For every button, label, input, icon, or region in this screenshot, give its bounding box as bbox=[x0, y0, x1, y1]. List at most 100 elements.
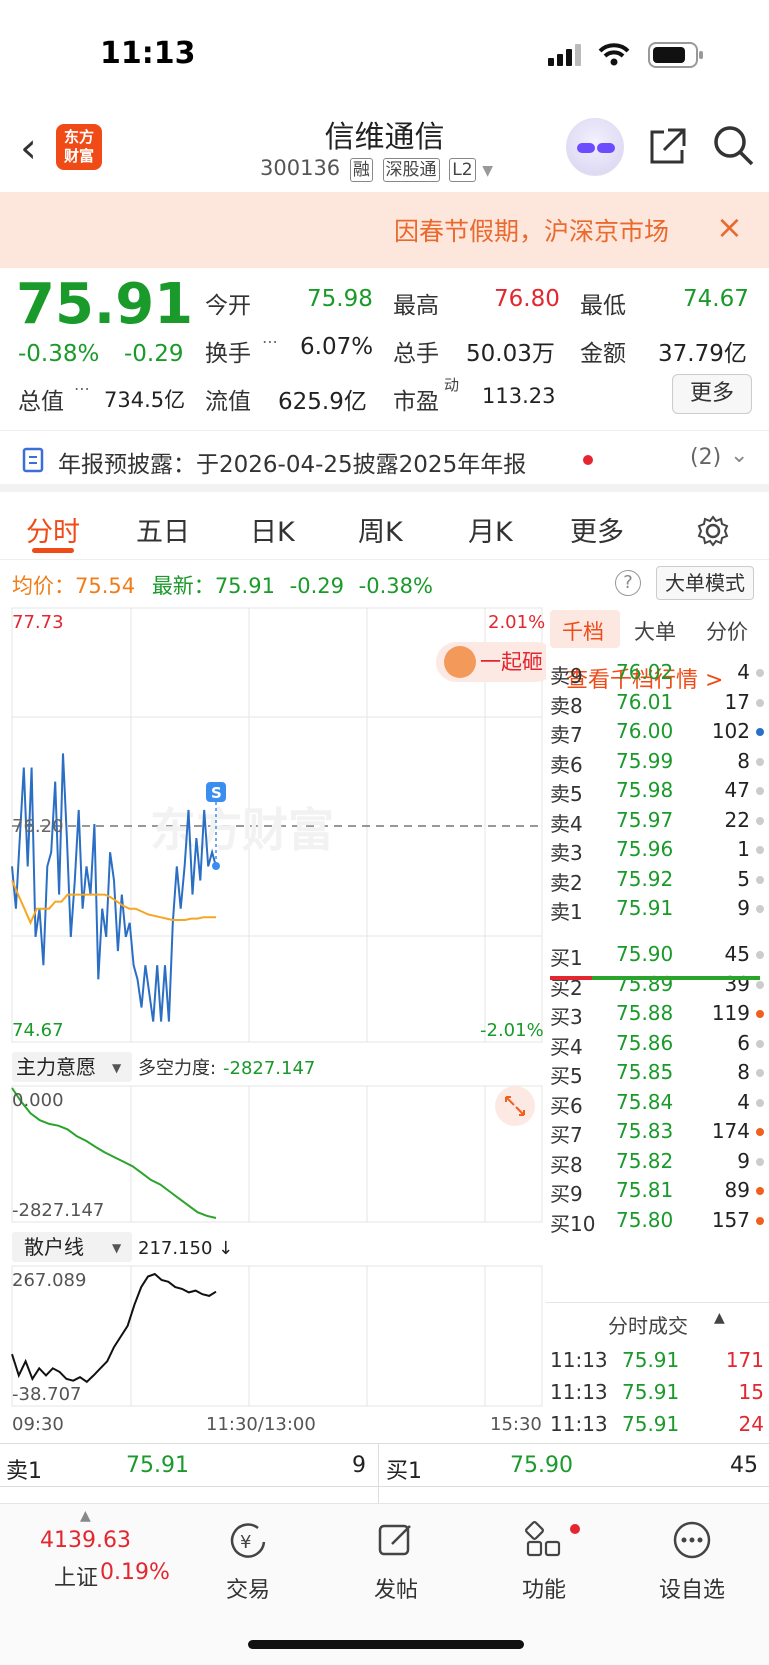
tab-more[interactable]: 更多 bbox=[570, 510, 624, 549]
trades-title[interactable]: 分时成交 bbox=[608, 1310, 688, 1339]
ask-row[interactable]: 卖9 76.02 4 bbox=[550, 660, 764, 691]
ask-volume: 17 bbox=[724, 689, 750, 714]
y-max-label: 77.73 bbox=[12, 612, 64, 633]
mascot-icon bbox=[444, 646, 476, 678]
ask-row[interactable]: 卖2 75.92 5 bbox=[550, 867, 764, 898]
bid-row[interactable]: 买3 75.88 119 bbox=[550, 1001, 764, 1032]
last-value: 75.91 bbox=[214, 574, 275, 598]
more-button[interactable]: 更多 bbox=[672, 374, 752, 414]
home-indicator bbox=[248, 1640, 524, 1649]
ask-row[interactable]: 卖4 75.97 22 bbox=[550, 808, 764, 839]
tab-monthly-k[interactable]: 月K bbox=[468, 510, 513, 549]
trade-volume: 171 bbox=[725, 1348, 764, 1372]
ask-row[interactable]: 卖7 76.00 102 bbox=[550, 719, 764, 750]
bid-row[interactable]: 买9 75.81 89 bbox=[550, 1178, 764, 1209]
stock-code: 300136 bbox=[260, 156, 341, 180]
nav-trade-label: 交易 bbox=[225, 1578, 270, 1603]
bid1-price: 75.90 bbox=[510, 1453, 573, 1478]
clock: 11:13 bbox=[100, 36, 196, 71]
nav-trade[interactable]: ¥ 交易 bbox=[198, 1520, 298, 1604]
gear-icon[interactable] bbox=[696, 514, 730, 548]
bid-row[interactable]: 买10 75.80 157 bbox=[550, 1208, 764, 1239]
index-name[interactable]: 上证 bbox=[54, 1560, 98, 1592]
bid-dot bbox=[756, 1069, 764, 1077]
ask-row[interactable]: 卖6 75.99 8 bbox=[550, 749, 764, 780]
ask-dot bbox=[756, 875, 764, 884]
ob-tab-price-dist[interactable]: 分价 bbox=[706, 616, 748, 646]
bid-row[interactable]: 买6 75.84 4 bbox=[550, 1090, 764, 1121]
promo-text: 一起砸 bbox=[480, 650, 543, 674]
stock-subinfo[interactable]: 300136 融 深股通 L2 ▼ bbox=[260, 156, 493, 182]
turnover-label: 换手 bbox=[205, 341, 251, 367]
signal-icon bbox=[548, 44, 581, 66]
more-dots-icon[interactable]: ⋯ bbox=[262, 332, 278, 351]
share-icon[interactable] bbox=[646, 126, 688, 168]
bid-volume: 89 bbox=[724, 1178, 750, 1202]
bid-volume: 119 bbox=[711, 1001, 750, 1025]
bid-price: 75.84 bbox=[616, 1089, 674, 1114]
tab-intraday[interactable]: 分时 bbox=[26, 510, 80, 549]
ask-row[interactable]: 卖1 75.91 9 bbox=[550, 896, 764, 927]
ask-row[interactable]: 卖3 75.96 1 bbox=[550, 837, 764, 868]
mktcap-label: 总值 bbox=[18, 389, 64, 415]
ask-dot bbox=[756, 728, 764, 736]
ob-tab-big-order[interactable]: 大单 bbox=[634, 616, 676, 646]
tab-five-day[interactable]: 五日 bbox=[136, 510, 190, 549]
bid-level: 买9 bbox=[550, 1182, 583, 1206]
bid-row[interactable]: 买1 75.90 45 bbox=[550, 942, 764, 973]
intraday-chart[interactable]: 东方财富 S 77.73 2.01% 76.20 74.67 -2.01% 一起… bbox=[0, 606, 546, 1436]
wifi-icon bbox=[598, 43, 630, 66]
volume-value: 50.03万 bbox=[466, 341, 555, 367]
nav-post[interactable]: 发帖 bbox=[346, 1520, 446, 1604]
ask-dot bbox=[756, 816, 764, 825]
bid-level: 买4 bbox=[550, 1034, 583, 1059]
bid-price: 75.83 bbox=[616, 1119, 674, 1143]
index-pct[interactable]: 0.19% bbox=[100, 1560, 170, 1585]
chart-grid bbox=[11, 607, 543, 1407]
x-tick-open: 09:30 bbox=[12, 1414, 64, 1435]
ask-row[interactable]: 卖5 75.98 47 bbox=[550, 778, 764, 809]
y-min-label: 74.67 bbox=[12, 1020, 64, 1041]
ask-level: 卖2 bbox=[550, 870, 583, 895]
ask-volume: 1 bbox=[737, 837, 750, 861]
mktcap-info-icon[interactable]: ⋯ bbox=[74, 379, 90, 398]
open-value: 75.98 bbox=[307, 286, 373, 312]
bid-row[interactable]: 买8 75.82 9 bbox=[550, 1149, 764, 1180]
help-icon[interactable]: ? bbox=[615, 570, 641, 596]
last-label: 最新： bbox=[151, 574, 215, 598]
ask-dot bbox=[756, 846, 764, 854]
float-label: 流值 bbox=[205, 389, 251, 415]
nav-function[interactable]: 功能 bbox=[494, 1520, 594, 1604]
search-icon[interactable] bbox=[712, 124, 756, 168]
low-value: 74.67 bbox=[683, 286, 749, 312]
announcement-bar[interactable]: 年报预披露：于2026-04-25披露2025年年报 (2) ⌄ bbox=[0, 430, 769, 492]
bid-row[interactable]: 买5 75.85 8 bbox=[550, 1060, 764, 1091]
bid-level: 买7 bbox=[550, 1123, 583, 1147]
bid-row[interactable]: 买7 75.83 174 bbox=[550, 1119, 764, 1150]
tab-weekly-k[interactable]: 周K bbox=[358, 510, 403, 549]
big-order-mode-button[interactable]: 大单模式 bbox=[656, 566, 754, 600]
low-label: 最低 bbox=[580, 293, 626, 319]
dropdown-triangle-icon: ▼ bbox=[112, 1061, 122, 1075]
expand-icon[interactable] bbox=[495, 1086, 535, 1126]
ask-level: 卖3 bbox=[550, 841, 583, 865]
ask-row[interactable]: 卖8 76.01 17 bbox=[550, 690, 764, 721]
ask-price: 75.98 bbox=[616, 778, 674, 802]
ask-level: 卖5 bbox=[550, 782, 583, 806]
nav-post-label: 发帖 bbox=[373, 1578, 418, 1603]
chart-tabs: 分时 五日 日K 周K 月K 更多 bbox=[0, 500, 769, 560]
bid-volume: 45 bbox=[724, 942, 750, 966]
ask-dot bbox=[756, 787, 764, 795]
ask1-price: 75.91 bbox=[126, 1453, 189, 1478]
tab-daily-k[interactable]: 日K bbox=[250, 510, 295, 549]
promo-banner[interactable]: 一起砸 bbox=[436, 642, 546, 682]
close-icon[interactable]: × bbox=[716, 208, 743, 246]
bid-row[interactable]: 买4 75.86 6 bbox=[550, 1031, 764, 1062]
index-value[interactable]: 4139.63 bbox=[40, 1528, 131, 1553]
assistant-robot-icon[interactable] bbox=[566, 118, 624, 176]
best-quote-bar: 卖1 75.91 9 买1 75.90 45 bbox=[0, 1443, 769, 1504]
holiday-notice[interactable]: 因春节假期，沪深京市场 × bbox=[0, 192, 769, 268]
ask-dot bbox=[756, 757, 764, 766]
nav-add-watchlist[interactable]: 设自选 bbox=[642, 1520, 742, 1604]
ob-tab-depth[interactable]: 千档 bbox=[562, 616, 604, 646]
